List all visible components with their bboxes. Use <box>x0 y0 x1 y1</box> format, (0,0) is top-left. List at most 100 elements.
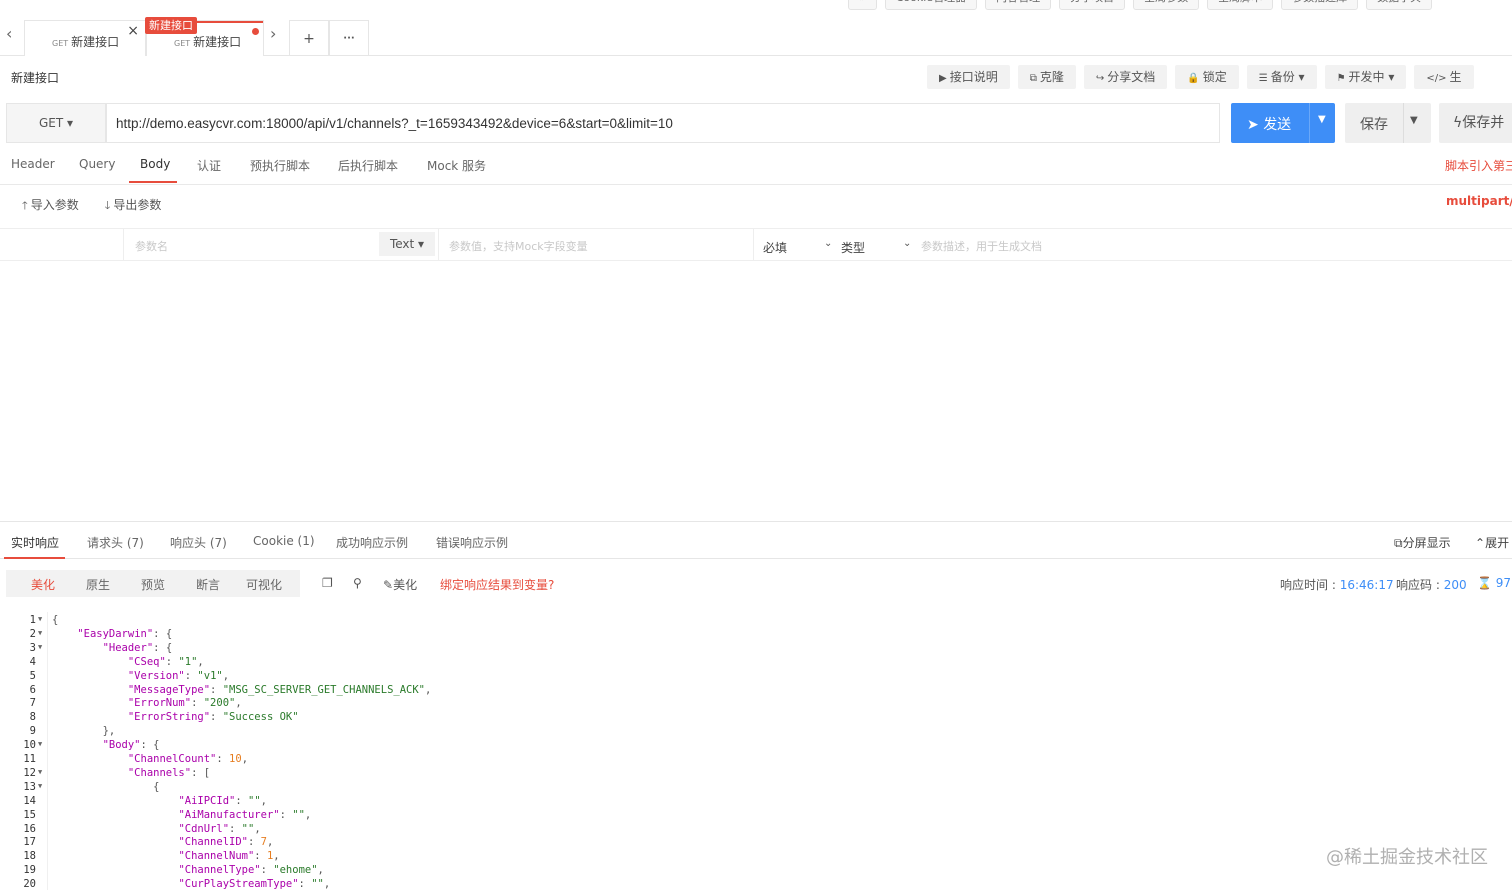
param-name-input[interactable]: 参数名 <box>135 238 168 254</box>
tab-live-response[interactable]: 实时响应 <box>11 534 59 551</box>
export-params-button[interactable]: 🡓 导出参数 <box>105 198 162 212</box>
field-type-select[interactable]: 类型 <box>841 239 865 256</box>
tab-next-icon[interactable]: › <box>270 24 276 43</box>
view-pretty[interactable]: 美化 <box>31 576 55 593</box>
code-text: "AiManufacturer": "", <box>178 808 312 821</box>
beautify-button[interactable]: ✎美化 <box>383 576 417 593</box>
share-doc-button[interactable]: ↪ 分享文档 <box>1083 65 1168 89</box>
url-input[interactable] <box>106 103 1220 143</box>
split-view-button[interactable]: ⧉分屏显示 <box>1394 534 1451 551</box>
code-text: "ChannelID": 7, <box>178 836 274 849</box>
share-icon: ↪ <box>1095 73 1105 84</box>
lock-button[interactable]: 🔒 锁定 <box>1175 65 1239 89</box>
code-text: { <box>52 614 59 626</box>
send-button[interactable]: ➤ 发送 ▼ <box>1231 103 1335 143</box>
line-number: 1 <box>29 614 36 626</box>
save-and-run-label: 保存并 <box>1462 115 1505 131</box>
code-text: "ChannelNum": 1, <box>178 850 280 863</box>
hourglass-icon: ⌛ <box>1477 576 1496 590</box>
api-doc-button[interactable]: ▶ 接口说明 <box>927 65 1010 89</box>
fold-toggle-icon[interactable]: ▼ <box>38 768 42 776</box>
save-and-run-button[interactable]: ϟ保存并 <box>1439 103 1512 143</box>
tab-error-example[interactable]: 错误响应示例 <box>436 534 508 551</box>
tab-body[interactable]: Body <box>140 157 170 171</box>
view-visualize[interactable]: 可视化 <box>246 576 282 593</box>
line-number: 17 <box>23 836 36 849</box>
tab-header[interactable]: Header <box>11 157 55 171</box>
beautify-label: 美化 <box>393 578 418 592</box>
backup-dropdown[interactable]: ☰ 备份 ▾ <box>1246 65 1317 89</box>
code-line: 17 "ChannelID": 7, <box>0 836 1512 850</box>
line-number: 20 <box>23 878 36 890</box>
code-line: 15 "AiManufacturer": "", <box>0 809 1512 823</box>
generate-code-button[interactable]: </> 生 <box>1414 65 1474 89</box>
code-line: 10 ▼ "Body": { <box>0 739 1512 753</box>
chevron-up-icon: ⌃ <box>1475 536 1486 550</box>
expand-button[interactable]: ⌃展开 <box>1475 534 1509 551</box>
tab-request-2-active[interactable]: GET 新建接口 新建接口 <box>145 17 264 56</box>
line-number: 2 <box>29 627 36 640</box>
fold-toggle-icon[interactable]: ▼ <box>38 740 42 748</box>
code-text: }, <box>102 725 116 738</box>
tab-pre-script[interactable]: 预执行脚本 <box>250 157 310 174</box>
fold-toggle-icon[interactable]: ▼ <box>38 615 42 623</box>
split-view-label: 分屏显示 <box>1402 536 1451 550</box>
status-dropdown[interactable]: ⚑ 开发中 ▾ <box>1324 65 1407 89</box>
view-preview[interactable]: 预览 <box>141 576 165 593</box>
search-icon[interactable]: ⚲ <box>353 576 362 590</box>
copy-icon: ⧉ <box>1029 73 1037 84</box>
content-type-select[interactable]: multipart/fo <box>1446 194 1512 208</box>
unsaved-badge: 新建接口 <box>145 17 197 34</box>
close-icon[interactable]: × <box>127 23 139 39</box>
response-code-label: 响应码 : <box>1396 578 1444 592</box>
paper-plane-icon: ➤ <box>1247 117 1264 133</box>
flag-icon: ⚑ <box>1336 73 1346 84</box>
save-dropdown-icon[interactable]: ▼ <box>1410 115 1418 126</box>
save-divider <box>1403 103 1404 143</box>
code-line: 6 "MessageType": "MSG_SC_SERVER_GET_CHAN… <box>0 684 1512 698</box>
line-number: 5 <box>29 669 36 682</box>
param-desc-input[interactable]: 参数描述，用于生成文档 <box>921 238 1042 254</box>
tab-mock[interactable]: Mock 服务 <box>427 157 486 174</box>
required-select[interactable]: 必填 <box>763 239 787 256</box>
fold-toggle-icon[interactable]: ▼ <box>38 629 42 637</box>
param-type-select[interactable]: Text ▾ <box>379 232 435 256</box>
param-value-input[interactable]: 参数值，支持Mock字段变量 <box>449 238 588 254</box>
tab-response-headers[interactable]: 响应头 (7) <box>170 534 227 551</box>
line-number: 8 <box>29 711 36 724</box>
tab-success-example[interactable]: 成功响应示例 <box>336 534 408 551</box>
bind-variable-link[interactable]: 绑定响应结果到变量? <box>440 576 554 593</box>
method-select[interactable]: GET ▾ <box>6 103 106 143</box>
tab-request-headers[interactable]: 请求头 (7) <box>87 534 144 551</box>
code-text: "ErrorString": "Success OK" <box>127 711 299 724</box>
import-params-button[interactable]: 🡑 导入参数 <box>22 198 79 212</box>
tab-cookie[interactable]: Cookie (1) <box>253 534 315 548</box>
api-title[interactable]: 新建接口 <box>11 69 59 86</box>
code-text: "CurPlayStreamType": "", <box>178 878 331 890</box>
tab-post-script[interactable]: 后执行脚本 <box>338 157 398 174</box>
view-assert[interactable]: 断言 <box>196 576 220 593</box>
response-code-viewer[interactable]: 1 ▼{2 ▼ "EasyDarwin": {3 ▼ "Header": {4 "CS… <box>0 612 1512 890</box>
tab-query[interactable]: Query <box>79 157 115 171</box>
tab-prev-icon[interactable]: ‹ <box>6 24 12 43</box>
col-divider <box>753 229 754 260</box>
view-raw[interactable]: 原生 <box>86 576 110 593</box>
tab-method: GET <box>52 39 69 48</box>
fold-toggle-icon[interactable]: ▼ <box>38 782 42 790</box>
code-text: "ErrorNum": "200", <box>127 697 242 710</box>
clone-button[interactable]: ⧉ 克隆 <box>1017 65 1076 89</box>
save-button[interactable]: 保存 ▼ <box>1345 103 1431 143</box>
save-label: 保存 <box>1360 117 1388 133</box>
fold-toggle-icon[interactable]: ▼ <box>38 643 42 651</box>
database-icon: ☰ <box>1258 73 1268 84</box>
tab-request-1[interactable]: GET 新建接口 × <box>24 20 146 56</box>
tab-auth[interactable]: 认证 <box>197 157 221 174</box>
copy-icon[interactable]: ❐ <box>322 576 333 590</box>
script-import-link[interactable]: 脚本引入第三 <box>1445 157 1512 174</box>
chevron-down-icon: ⌄ <box>824 238 833 249</box>
add-tab-button[interactable]: + <box>289 20 329 56</box>
bolt-icon: ϟ <box>1453 115 1463 131</box>
code-text: "Header": { <box>102 641 173 654</box>
send-dropdown-icon[interactable]: ▼ <box>1318 114 1326 125</box>
more-tabs-button[interactable]: ··· <box>329 20 369 56</box>
